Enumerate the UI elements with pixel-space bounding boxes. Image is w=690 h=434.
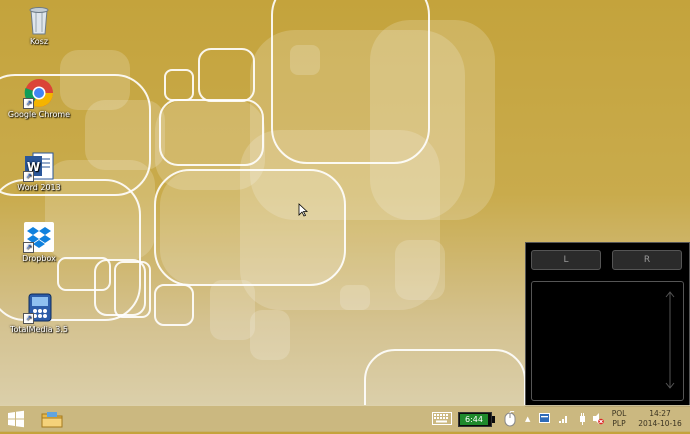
totalmedia-icon: ↗ [23,292,55,324]
windows-logo-icon [8,410,24,428]
file-explorer-button[interactable] [40,408,64,430]
start-button[interactable] [5,408,27,430]
keyboard-layout: PLP [612,419,626,428]
power-icon[interactable] [578,413,587,425]
desktop-icon-dropbox[interactable]: ↗ Dropbox [7,221,71,264]
clock[interactable]: 14:27 2014-10-16 [634,409,686,429]
desktop-icon-totalmedia[interactable]: ↗ TotalMedia 3.5 [7,292,71,335]
desktop-icon-label: Dropbox [22,254,56,263]
desktop-icon-recycle-bin[interactable]: Kosz [7,4,71,47]
touchpad-scroll-strip[interactable] [665,290,675,390]
battery-indicator[interactable]: 6:44 [458,412,495,427]
shortcut-arrow-icon: ↗ [23,171,34,182]
language-indicator[interactable]: POL PLP [608,409,630,429]
touchpad-left-button[interactable]: L [531,250,601,270]
network-signal-icon[interactable] [558,413,569,424]
language-code: POL [611,409,627,418]
desktop-icon-label: TotalMedia 3.5 [10,325,68,334]
battery-tip [492,416,495,423]
chrome-icon: ↗ [23,77,55,109]
desktop-icon-chrome[interactable]: ↗ Google Chrome [7,77,71,120]
battery-time: 6:44 [465,415,483,424]
mouse-cursor-icon [298,203,308,217]
desktop-icon-label: Word 2013 [17,183,61,192]
recycle-bin-icon [23,4,55,36]
clock-date: 2014-10-16 [638,419,682,428]
clock-time: 14:27 [649,409,671,418]
shortcut-arrow-icon: ↗ [23,242,34,253]
desktop-icon-label: Google Chrome [7,110,71,119]
shortcut-arrow-icon: ↗ [23,98,34,109]
folder-icon [41,412,63,428]
touch-keyboard-icon[interactable] [432,412,452,425]
desktop-icon-label: Kosz [29,37,49,46]
touchpad-surface[interactable] [531,281,684,401]
mouse-icon[interactable] [504,411,516,427]
desktop-icon-word[interactable]: W ↗ Word 2013 [7,150,71,193]
word-icon: W ↗ [23,150,55,182]
volume-muted-icon[interactable] [592,412,604,425]
virtual-touchpad: L R [525,242,690,407]
shortcut-arrow-icon: ↗ [23,313,34,324]
touchpad-right-button[interactable]: R [612,250,682,270]
action-center-icon[interactable] [539,413,550,424]
taskbar: 6:44 ▲ POL PLP 14:27 2014-10-16 [0,405,690,432]
show-hidden-icons-button[interactable]: ▲ [525,414,533,424]
dropbox-icon: ↗ [23,221,55,253]
